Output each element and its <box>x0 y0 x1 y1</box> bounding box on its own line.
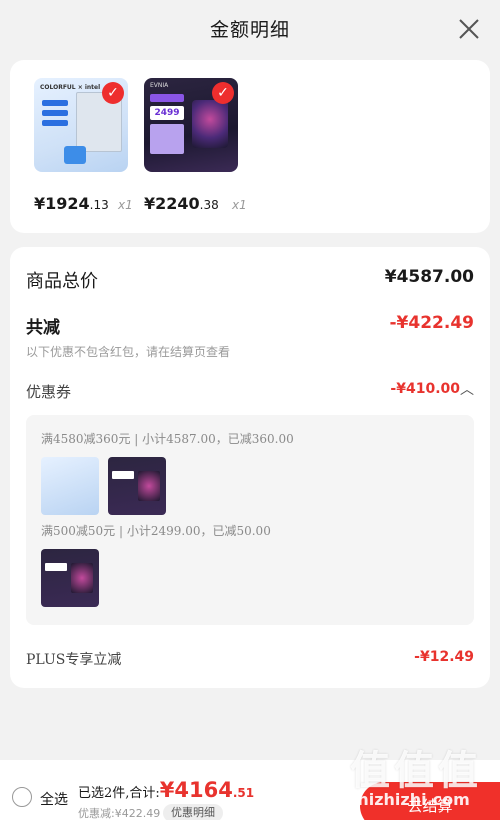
product-qty: x1 <box>232 198 247 212</box>
product-price-int: ¥1924 <box>34 194 90 213</box>
modal-header: 金额明细 <box>0 0 500 60</box>
selected-check-icon: ✓ <box>212 82 234 104</box>
discount-value: -¥422.49 <box>389 313 475 333</box>
total-value: ¥4587.00 <box>384 267 474 287</box>
footer-total-dec: .51 <box>232 786 255 800</box>
chevron-up-icon[interactable]: ︿ <box>460 379 474 399</box>
coupon-label: 优惠券 <box>26 383 72 401</box>
coupon-rule: 满500减50元 | 小计2499.00，已减50.00 <box>41 524 271 538</box>
coupon-product-thumb-motherboard <box>41 457 99 515</box>
plus-value: -¥12.49 <box>414 649 474 665</box>
amount-detail-card: 商品总价 ¥4587.00 共减 -¥422.49 以下优惠不包含红包，请在结算… <box>10 247 490 688</box>
product-item-motherboard[interactable]: COLORFUL × intel ✓ ¥1924.13 x1 <box>34 78 133 213</box>
total-label: 商品总价 <box>26 271 98 292</box>
discount-row: 共减 -¥422.49 <box>26 313 474 339</box>
close-icon[interactable] <box>458 18 480 40</box>
coupon-product-thumb-monitor <box>41 549 99 607</box>
product-list-card: COLORFUL × intel ✓ ¥1924.13 x1 EVNIA 249… <box>10 60 490 233</box>
saved-amount: 优惠减:¥422.49 <box>78 807 161 820</box>
select-all-label[interactable]: 全选 <box>40 789 68 809</box>
coupon-rule: 满4580减360元 | 小计4587.00，已减360.00 <box>41 432 294 446</box>
coupon-value: -¥410.00 <box>390 381 460 397</box>
motherboard-thumbnail: COLORFUL × intel ✓ <box>34 78 128 172</box>
coupon-row[interactable]: 优惠券 -¥410.00 ︿ <box>26 381 474 405</box>
coupon-detail-box: 满4580减360元 | 小计4587.00，已减360.00 满500减50元… <box>26 415 474 625</box>
total-summary: 已选2件,合计:¥4164.51 <box>78 778 254 802</box>
footer-total-int: ¥4164 <box>159 778 233 802</box>
plus-label: PLUS专享立减 <box>26 652 122 668</box>
product-price-dec: .13 <box>89 198 109 212</box>
monitor-thumbnail: EVNIA 2499 ✓ <box>144 78 238 172</box>
plus-row: PLUS专享立减 -¥12.49 <box>26 649 474 671</box>
product-qty: x1 <box>118 198 133 212</box>
selected-check-icon: ✓ <box>102 82 124 104</box>
site-watermark: 值值值 <box>350 748 482 794</box>
product-item-monitor[interactable]: EVNIA 2499 ✓ ¥2240.38 x1 <box>144 78 247 213</box>
monitor-image <box>192 100 228 148</box>
thumb-brand-label: EVNIA <box>150 82 169 89</box>
discount-label: 共减 <box>26 318 60 338</box>
product-price-int: ¥2240 <box>144 194 200 213</box>
selected-count-text: 已选2件,合计: <box>78 786 160 801</box>
product-price-dec: .38 <box>199 198 219 212</box>
total-row: 商品总价 ¥4587.00 <box>26 267 474 293</box>
discount-note: 以下优惠不包含红包，请在结算页查看 <box>26 345 231 359</box>
page-title: 金额明细 <box>209 19 290 41</box>
cpu-badge <box>64 146 86 164</box>
discount-detail-button[interactable]: 优惠明细 <box>163 804 223 820</box>
coupon-product-thumb-monitor <box>108 457 166 515</box>
site-watermark-url: zhizhizhi.com <box>348 790 470 809</box>
select-all-radio[interactable] <box>12 787 32 807</box>
thumb-brand-label: COLORFUL × intel <box>40 84 101 91</box>
thumb-price-tag: 2499 <box>150 106 184 120</box>
